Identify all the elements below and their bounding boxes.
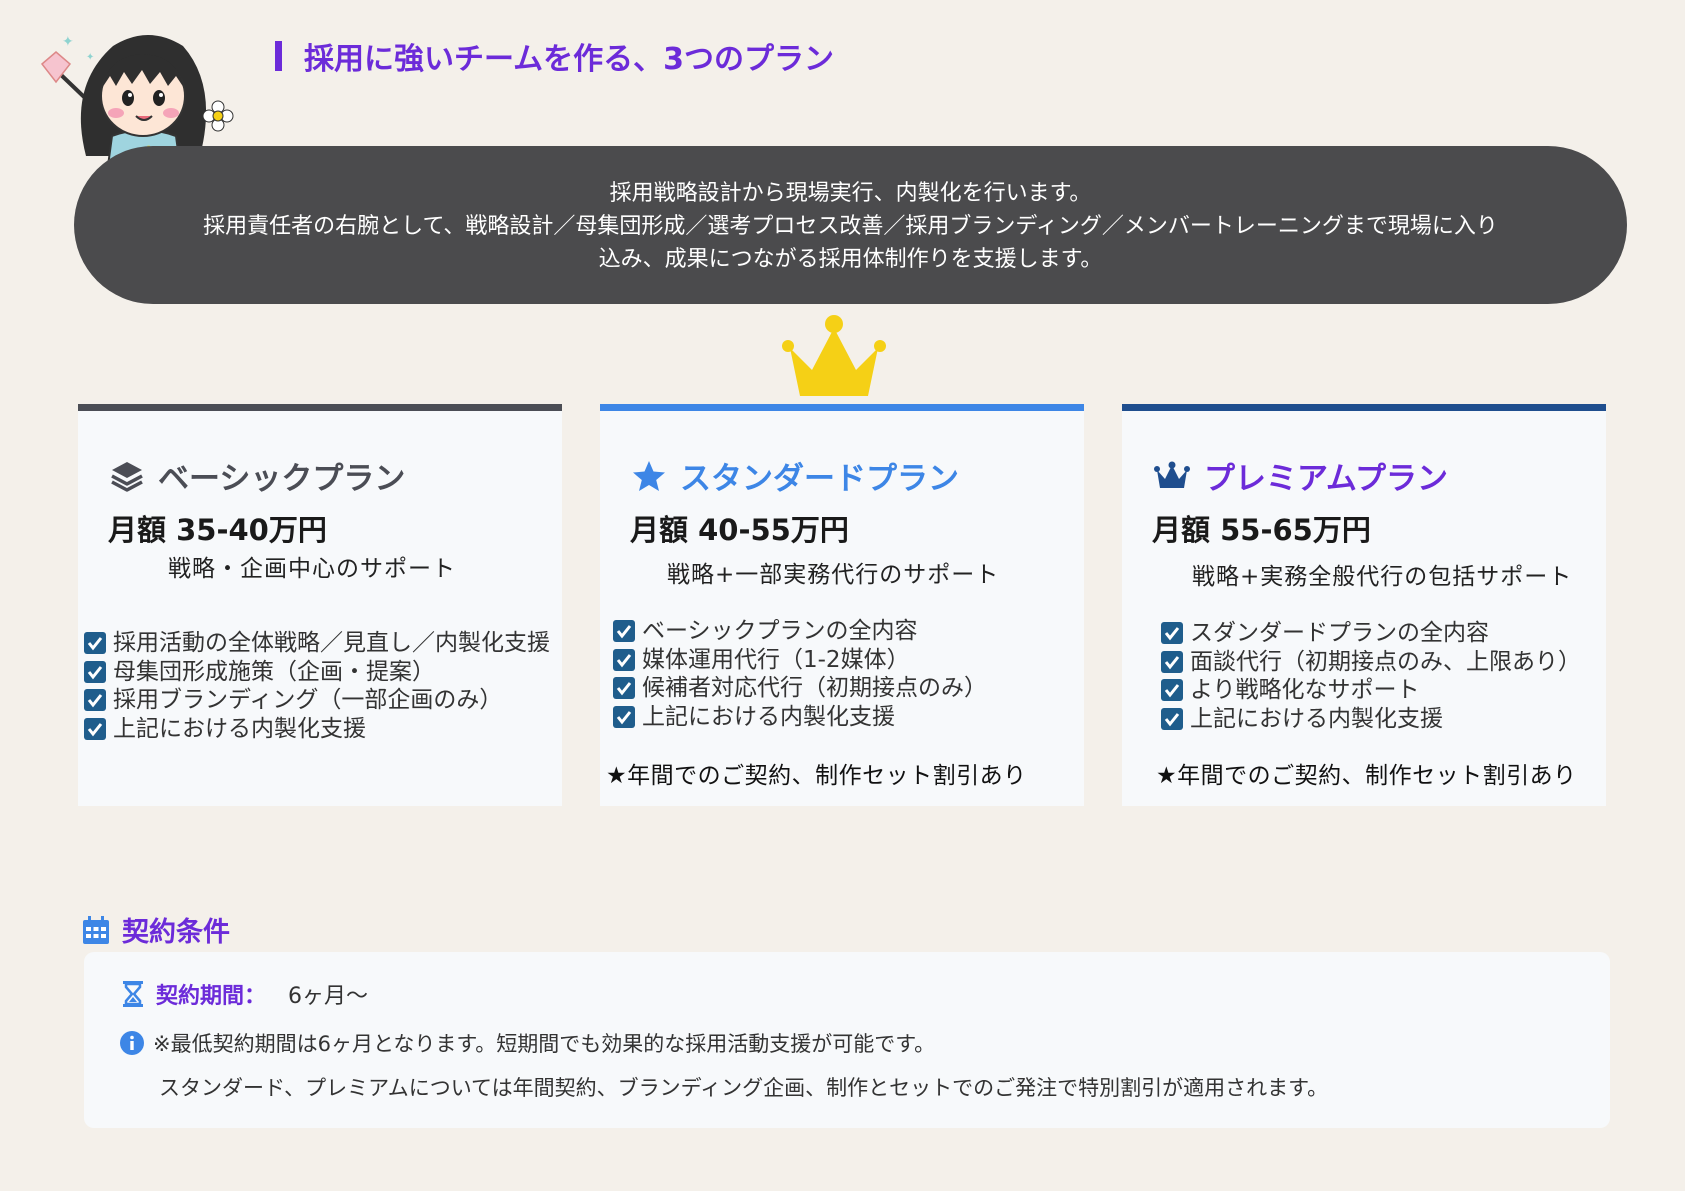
crown-icon <box>1154 461 1190 488</box>
contract-heading: 契約条件 <box>82 910 230 949</box>
checkbox-icon <box>613 677 635 700</box>
feature-text: より戦略化なサポート <box>1190 677 1420 703</box>
plan-name: プレミアムプラン <box>1204 461 1448 497</box>
feature-item: ベーシックプランの全内容 <box>612 617 987 646</box>
feature-text: 採用活動の全体戦略／見直し／内製化支援 <box>113 630 550 656</box>
page-title-text: 採用に強いチームを作る、3つのプラン <box>304 42 834 77</box>
intro-line-2: 採用責任者の右腕として、戦略設計／母集団形成／選考プロセス改善／採用ブランディン… <box>203 214 1498 239</box>
feature-text: 採用ブランディング（一部企画のみ） <box>113 687 503 713</box>
info-icon <box>120 1031 144 1055</box>
checkbox-icon <box>84 632 106 655</box>
feature-item: 候補者対応代行（初期接点のみ） <box>612 674 987 703</box>
plan-name: スタンダードプラン <box>680 461 959 497</box>
plan-title: スタンダードプラン <box>632 453 959 498</box>
feature-item: 面談代行（初期接点のみ、上限あり） <box>1160 648 1581 677</box>
intro-line-1: 採用戦略設計から現場実行、内製化を行います。 <box>609 181 1092 206</box>
checkbox-icon <box>613 705 635 728</box>
feature-text: 上記における内製化支援 <box>1190 705 1443 732</box>
contract-box: 契約期間： 6ヶ月〜 ※最低契約期間は6ヶ月となります。短期間でも効果的な採用活… <box>84 952 1610 1128</box>
feature-item: スダンダードプランの全内容 <box>1160 619 1581 648</box>
contract-heading-text: 契約条件 <box>122 917 230 948</box>
plan-name: ベーシックプラン <box>158 461 406 497</box>
title-accent-bar <box>275 41 282 71</box>
checkbox-icon <box>613 620 635 643</box>
feature-item: 上記における内製化支援 <box>1160 705 1581 734</box>
feature-text: 母集団形成施策（企画・提案） <box>113 658 435 685</box>
feature-item: 母集団形成施策（企画・提案） <box>83 658 550 687</box>
checkbox-icon <box>84 717 106 740</box>
checkbox-icon <box>84 689 106 712</box>
checkbox-icon <box>613 648 635 671</box>
contract-period-value: 6ヶ月〜 <box>288 984 369 1009</box>
feature-list: 採用活動の全体戦略／見直し／内製化支援 母集団形成施策（企画・提案） 採用ブラン… <box>83 629 550 743</box>
contract-info-line-1: ※最低契約期間は6ヶ月となります。短期間でも効果的な採用活動支援が可能です。 <box>153 1032 936 1056</box>
plan-title: プレミアムプラン <box>1154 453 1448 498</box>
feature-list: スダンダードプランの全内容 面談代行（初期接点のみ、上限あり） より戦略化なサポ… <box>1160 619 1581 733</box>
feature-text: 上記における内製化支援 <box>113 715 366 742</box>
feature-text: 面談代行（初期接点のみ、上限あり） <box>1190 648 1581 675</box>
feature-item: 上記における内製化支援 <box>612 703 987 732</box>
feature-list: ベーシックプランの全内容 媒体運用代行（1-2媒体） 候補者対応代行（初期接点の… <box>612 617 987 731</box>
svg-text:✦: ✦ <box>62 34 74 50</box>
feature-item: より戦略化なサポート <box>1160 676 1581 705</box>
plan-subtitle: 戦略+一部実務代行のサポート <box>667 562 1000 588</box>
contract-info-line-2: スタンダード、プレミアムについては年間契約、ブランディング企画、制作とセットでの… <box>159 1076 1329 1100</box>
plan-price: 月額 40-55万円 <box>630 513 849 547</box>
plan-card-basic: ベーシックプラン 月額 35-40万円 戦略・企画中心のサポート 採用活動の全体… <box>78 404 562 806</box>
feature-item: 上記における内製化支援 <box>83 715 550 744</box>
checkbox-icon <box>1161 679 1183 702</box>
intro-line-3: 込み、成果につながる採用体制作りを支援します。 <box>598 247 1103 272</box>
feature-text: 候補者対応代行（初期接点のみ） <box>642 675 987 701</box>
hourglass-icon <box>123 981 143 1007</box>
contract-period-label: 契約期間： <box>156 984 267 1009</box>
plan-title: ベーシックプラン <box>110 453 405 498</box>
plan-card-premium: プレミアムプラン 月額 55-65万円 戦略+実務全般代行の包括サポート スダン… <box>1122 404 1606 806</box>
star-icon <box>633 460 665 491</box>
svg-text:✦: ✦ <box>86 52 94 63</box>
checkbox-icon <box>1161 650 1183 673</box>
plan-price: 月額 35-40万円 <box>108 513 327 547</box>
feature-item: 媒体運用代行（1-2媒体） <box>612 646 987 675</box>
checkbox-icon <box>1161 707 1183 730</box>
page-title: 採用に強いチームを作る、3つのプラン <box>275 34 834 78</box>
calendar-icon <box>83 915 109 944</box>
feature-item: 採用活動の全体戦略／見直し／内製化支援 <box>83 629 550 658</box>
feature-text: 媒体運用代行（1-2媒体） <box>642 646 910 673</box>
plan-card-standard: スタンダードプラン 月額 40-55万円 戦略+一部実務代行のサポート ベーシッ… <box>600 404 1084 806</box>
feature-item: 採用ブランディング（一部企画のみ） <box>83 686 550 715</box>
contract-info-row: ※最低契約期間は6ヶ月となります。短期間でも効果的な採用活動支援が可能です。 <box>119 1028 935 1058</box>
plan-subtitle: 戦略・企画中心のサポート <box>168 556 456 582</box>
plan-subtitle: 戦略+実務全般代行の包括サポート <box>1192 564 1573 590</box>
feature-text: スダンダードプランの全内容 <box>1190 620 1489 646</box>
intro-banner: 採用戦略設計から現場実行、内製化を行います。 採用責任者の右腕として、戦略設計／… <box>74 146 1627 304</box>
feature-text: 上記における内製化支援 <box>642 703 895 730</box>
contract-period-row: 契約期間： 6ヶ月〜 <box>122 978 368 1010</box>
plan-note: ★年間でのご契約、制作セット割引あり <box>606 763 1027 789</box>
feature-text: ベーシックプランの全内容 <box>642 618 918 644</box>
layers-icon <box>111 461 143 492</box>
checkbox-icon <box>84 660 106 683</box>
plan-note: ★年間でのご契約、制作セット割引あり <box>1156 763 1577 789</box>
plan-price: 月額 55-65万円 <box>1152 513 1371 547</box>
crown-icon <box>782 315 886 396</box>
checkbox-icon <box>1161 622 1183 645</box>
